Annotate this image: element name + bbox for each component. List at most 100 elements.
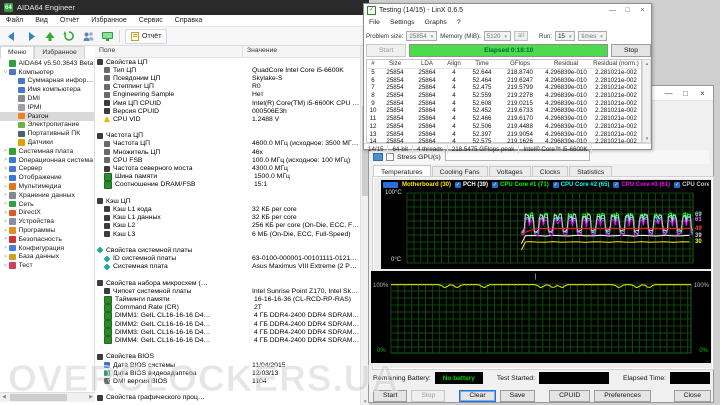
property-row[interactable]: Command Rate (CR)2T <box>95 304 360 312</box>
property-row[interactable]: Тип ЦПQuadCore Intel Core i5-6600K <box>95 66 360 74</box>
menu-item-Справка[interactable]: Справка <box>169 17 208 24</box>
column-header[interactable]: Time <box>465 60 499 67</box>
property-row[interactable]: Кэш L2256 КБ per core (On-Die, ECC, Full… <box>95 222 360 230</box>
scroll-up-icon[interactable]: ▲ <box>644 61 650 66</box>
memory-select[interactable]: 5120▼ <box>484 31 511 41</box>
start-button[interactable]: Start <box>366 44 406 57</box>
scrollbar-thumb[interactable] <box>10 394 67 401</box>
chevron-closed-icon[interactable]: > <box>2 245 9 251</box>
refresh-icon[interactable] <box>62 30 76 43</box>
users-icon[interactable] <box>81 30 95 43</box>
chevron-closed-icon[interactable]: > <box>2 228 9 234</box>
pane-tab-Избранное[interactable]: Избранное <box>34 46 84 59</box>
forward-icon[interactable] <box>24 30 38 43</box>
legend-checkbox[interactable]: ✓ <box>674 182 680 188</box>
property-row[interactable]: DIMM1: GeIL CL16-16-16 D4…4 ГБ DDR4-2400… <box>95 312 360 320</box>
tree-item[interactable]: >Сервер <box>0 165 94 174</box>
legend-checkbox[interactable]: ✓ <box>455 182 461 188</box>
all-button[interactable]: all <box>514 31 528 41</box>
column-header[interactable]: LDA <box>411 60 443 67</box>
column-header[interactable]: Size <box>379 60 411 67</box>
chevron-closed-icon[interactable]: > <box>2 184 9 190</box>
property-row[interactable]: Соотношение DRAM/FSB15:1 <box>95 181 360 189</box>
minimize-icon[interactable]: — <box>660 86 677 100</box>
tree-item[interactable]: AIDA64 v5.50.3643 Beta <box>0 59 94 68</box>
run-select[interactable]: 15▼ <box>555 31 575 41</box>
stop-button[interactable]: Stop <box>411 390 445 402</box>
close-icon[interactable]: × <box>694 86 711 100</box>
linx-titlebar[interactable]: ✓ Testing (14/15) - LinX 0.6.5 — □ × <box>364 4 651 17</box>
tree-item[interactable]: >Отображение <box>0 173 94 182</box>
problem-size-select[interactable]: 25854▼ <box>406 31 437 41</box>
tree-horizontal-scrollbar[interactable]: ◀ ▶ <box>0 392 95 402</box>
property-row[interactable]: Кэш L1 данных32 КБ per core <box>95 214 360 222</box>
close-icon[interactable]: × <box>635 4 650 16</box>
tree-item[interactable]: DMI <box>0 94 94 103</box>
property-row[interactable]: Чипсет системной платыIntel Sunrise Poin… <box>95 287 360 295</box>
property-row[interactable]: Дата BIOS системы11/04/2015 <box>95 361 360 369</box>
property-row[interactable]: Множитель ЦП46x <box>95 148 360 156</box>
tree-item[interactable]: >Конфигурация <box>0 244 94 253</box>
chevron-closed-icon[interactable]: > <box>2 175 9 181</box>
table-row[interactable]: 92585425864452.608219.02154.296839e-0102… <box>367 99 641 107</box>
property-row[interactable]: Частота ЦП <box>95 132 360 140</box>
column-header[interactable]: Align <box>443 60 465 67</box>
menu-item-Отчёт[interactable]: Отчёт <box>54 17 85 24</box>
menu-item-Избранное[interactable]: Избранное <box>85 17 132 24</box>
maximize-icon[interactable]: □ <box>677 86 694 100</box>
chevron-closed-icon[interactable]: > <box>2 157 9 163</box>
column-header[interactable]: # <box>367 60 379 67</box>
menu-item-Вид[interactable]: Вид <box>29 17 54 24</box>
property-row[interactable]: Версия CPUID000506E3h <box>95 107 360 115</box>
property-row[interactable]: Свойства набора микросхем (… <box>95 279 360 287</box>
tree-item[interactable]: Портативный ПК <box>0 129 94 138</box>
chevron-closed-icon[interactable]: > <box>2 263 9 269</box>
stop-button[interactable]: Stop <box>611 44 651 57</box>
tree-item[interactable]: >Сеть <box>0 200 94 209</box>
chevron-closed-icon[interactable]: > <box>2 210 9 216</box>
legend-checkbox[interactable]: ✓ <box>492 182 498 188</box>
legend-scroll-handle[interactable] <box>383 182 398 188</box>
property-row[interactable]: Свойства системной платы <box>95 246 360 254</box>
tree-item[interactable]: IPMI <box>0 103 94 112</box>
property-row[interactable]: Свойства BIOS <box>95 353 360 361</box>
scroll-right-icon[interactable]: ▶ <box>89 394 93 400</box>
property-row[interactable]: Тайминги памяти16-16-16-36 (CL-RCD-RP-RA… <box>95 295 360 303</box>
property-row[interactable]: DMI версия BIOS1104 <box>95 377 360 385</box>
scroll-down-icon[interactable]: ▼ <box>644 136 650 141</box>
tree-item[interactable]: >Программы <box>0 226 94 235</box>
legend-checkbox[interactable]: ✓ <box>553 182 559 188</box>
maximize-icon[interactable]: □ <box>620 4 635 16</box>
scroll-left-icon[interactable]: ◀ <box>2 394 6 400</box>
pane-tab-Меню[interactable]: Меню <box>0 46 34 59</box>
tree-item[interactable]: >Мультимедиа <box>0 182 94 191</box>
back-icon[interactable] <box>5 30 19 43</box>
linx-menu-Graphs[interactable]: Graphs <box>420 19 452 26</box>
property-row[interactable]: ID системной платы63-0100-000001-0010111… <box>95 255 360 263</box>
tree-item[interactable]: >Устройства <box>0 217 94 226</box>
property-row[interactable]: Кэш ЦП <box>95 197 360 205</box>
cpuid-button[interactable]: CPUID <box>549 390 590 402</box>
tree-item[interactable]: Разгон <box>0 112 94 121</box>
property-row[interactable]: DIMM2: GeIL CL16-16-16 D4…4 ГБ DDR4-2400… <box>95 320 360 328</box>
tree-item[interactable]: >Тест <box>0 261 94 270</box>
table-scrollbar[interactable]: ▲ ▼ <box>642 59 651 143</box>
monitor-icon[interactable] <box>100 30 114 43</box>
chevron-closed-icon[interactable]: > <box>2 192 9 198</box>
chevron-closed-icon[interactable]: > <box>2 219 9 225</box>
column-header[interactable]: GFlops <box>499 60 541 67</box>
property-row[interactable]: CPU VID1.2488 V <box>95 115 360 123</box>
property-row[interactable]: Имя ЦП CPUIDIntel(R) Core(TM) i5-6600K C… <box>95 99 360 107</box>
property-row[interactable]: Псевдоним ЦПSkylake-S <box>95 74 360 82</box>
tree-item[interactable]: >Безопасность <box>0 235 94 244</box>
chevron-closed-icon[interactable]: > <box>2 236 9 242</box>
property-row[interactable]: Дата BIOS видеоадаптера12/03/13 <box>95 369 360 377</box>
property-row[interactable]: Частота северного моста4300.0 МГц <box>95 164 360 172</box>
column-header[interactable]: Residual <box>541 60 591 67</box>
property-row[interactable]: DIMM4: GeIL CL16-16-16 D4…4 ГБ DDR4-2400… <box>95 336 360 344</box>
property-row[interactable]: DIMM3: GeIL CL16-16-16 D4…4 ГБ DDR4-2400… <box>95 328 360 336</box>
tree-item[interactable]: Имя компьютера <box>0 85 94 94</box>
tree-item[interactable]: >Хранение данных <box>0 191 94 200</box>
tree-item[interactable]: >DirectX <box>0 209 94 218</box>
chevron-closed-icon[interactable]: > <box>2 254 9 260</box>
